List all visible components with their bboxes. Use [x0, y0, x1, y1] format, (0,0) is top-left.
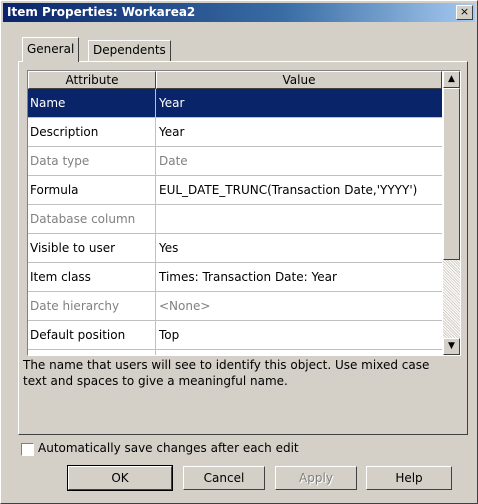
tab-dependents[interactable]: Dependents: [88, 40, 171, 61]
property-attribute: Default position: [28, 321, 156, 349]
property-row[interactable]: Description Year: [28, 118, 442, 147]
autosave-checkbox[interactable]: [21, 443, 34, 456]
scroll-down-icon[interactable]: ▼: [443, 338, 460, 355]
property-value[interactable]: Year: [156, 89, 442, 117]
property-value[interactable]: Yes: [156, 234, 442, 262]
property-row[interactable]: Name Year: [28, 89, 442, 118]
property-attribute: Visible to user: [28, 234, 156, 262]
apply-button[interactable]: Apply: [275, 466, 357, 490]
grid-rows: Name Year Description Year Data type Date Form…: [28, 89, 442, 355]
attribute-description: The name that users will see to identify…: [23, 358, 430, 388]
column-header-value[interactable]: Value: [156, 71, 442, 89]
property-value[interactable]: Year: [156, 118, 442, 146]
tab-dependents-label: Dependents: [93, 43, 166, 57]
property-value[interactable]: EUL_DATE_TRUNC(Transaction Date,'YYYY'): [156, 176, 442, 204]
scroll-up-icon[interactable]: ▲: [443, 71, 460, 88]
property-row[interactable]: Formula EUL_DATE_TRUNC(Transaction Date,'…: [28, 176, 442, 205]
property-attribute: Item class: [28, 263, 156, 291]
column-header-attribute[interactable]: Attribute: [28, 71, 156, 89]
window-title: Item Properties: Workarea2: [7, 5, 196, 19]
property-attribute: Data type: [28, 147, 156, 175]
vertical-scrollbar[interactable]: ▲ ▼: [443, 71, 460, 355]
property-value[interactable]: Times: Transaction Date: Year: [156, 263, 442, 291]
title-bar[interactable]: Item Properties: Workarea2 ×: [3, 3, 475, 22]
help-button[interactable]: Help: [366, 466, 452, 490]
property-attribute: Description: [28, 118, 156, 146]
property-value: <None>: [156, 350, 442, 355]
grid-header: Attribute Value: [28, 71, 442, 89]
property-row[interactable]: Database column: [28, 205, 442, 234]
property-value[interactable]: Top: [156, 321, 442, 349]
autosave-label[interactable]: Automatically save changes after each ed…: [38, 441, 299, 455]
property-attribute: Formula: [28, 176, 156, 204]
property-row[interactable]: Default position Top: [28, 321, 442, 350]
tab-general[interactable]: General: [22, 37, 80, 62]
cancel-button[interactable]: Cancel: [183, 466, 265, 490]
property-row[interactable]: Date hierarchy <None>: [28, 292, 442, 321]
ok-button[interactable]: OK: [67, 465, 173, 491]
close-icon[interactable]: ×: [456, 5, 473, 20]
property-attribute: Default aggregate: [28, 350, 156, 355]
property-row[interactable]: Default aggregate<None>: [28, 350, 442, 355]
property-value: Date: [159, 154, 188, 168]
property-attribute: Database column: [28, 205, 156, 233]
property-row[interactable]: Item class Times: Transaction Date: Year: [28, 263, 442, 292]
property-row[interactable]: Data type Date: [28, 147, 442, 176]
property-value: [156, 205, 442, 233]
scroll-thumb[interactable]: [443, 88, 460, 260]
property-attribute: Name: [28, 89, 156, 117]
property-attribute: Date hierarchy: [28, 292, 156, 320]
properties-grid: Attribute Value Name Year Description Year D…: [27, 70, 461, 356]
property-row[interactable]: Visible to user Yes: [28, 234, 442, 263]
tab-general-label: General: [27, 42, 75, 56]
property-value: <None>: [159, 299, 211, 313]
